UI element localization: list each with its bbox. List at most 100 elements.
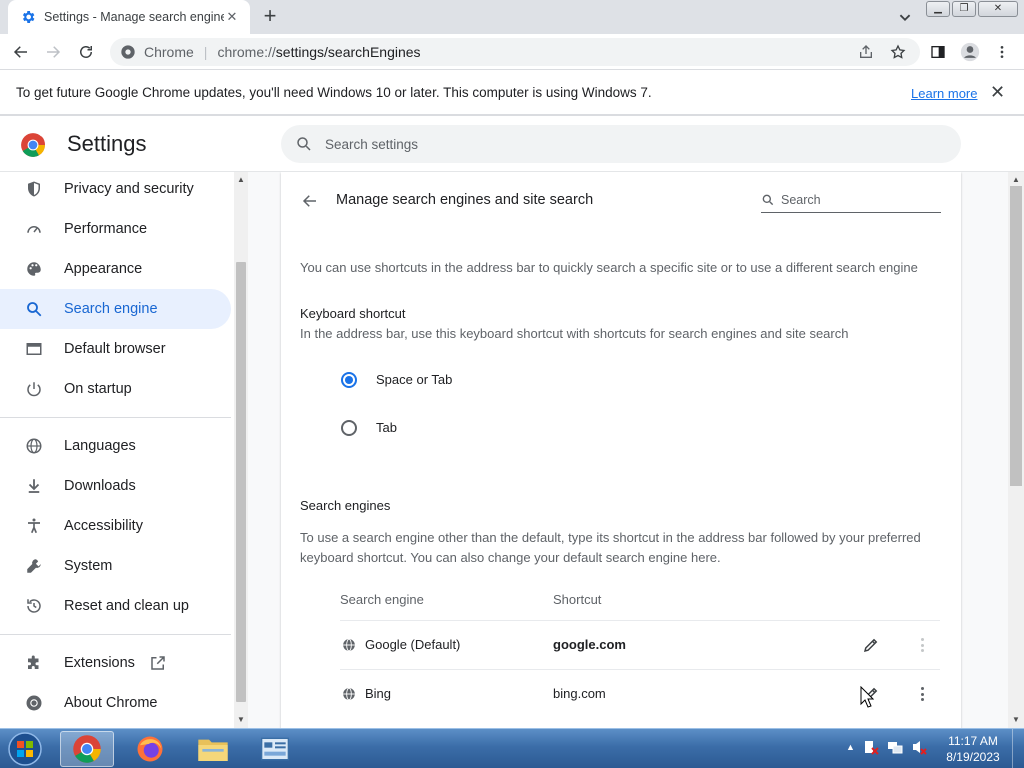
taskbar-firefox[interactable] <box>123 731 177 767</box>
chrome-logo-icon <box>21 133 45 157</box>
scroll-down-arrow-icon[interactable]: ▼ <box>234 714 248 726</box>
chevron-down-icon[interactable] <box>894 6 916 28</box>
sidebar-scrollbar-thumb[interactable] <box>236 262 246 702</box>
taskbar-chrome[interactable] <box>60 731 114 767</box>
keyboard-shortcut-description: In the address bar, use this keyboard sh… <box>300 326 849 341</box>
address-site-label: Chrome <box>144 44 194 60</box>
sidebar-item-label: Privacy and security <box>64 181 194 197</box>
menu-dots-icon[interactable] <box>992 42 1012 62</box>
sidebar-item-reset[interactable]: Reset and clean up <box>0 586 231 626</box>
show-hidden-icons-icon[interactable]: ▲ <box>846 742 855 752</box>
settings-content: Privacy and security Performance Appeara… <box>0 172 1024 728</box>
address-separator: | <box>203 44 208 60</box>
sidebar-item-privacy[interactable]: Privacy and security <box>0 172 231 209</box>
minimize-button[interactable]: ▁ <box>926 1 950 17</box>
windows-start-icon[interactable] <box>4 731 46 767</box>
sidebar-divider <box>0 634 231 635</box>
share-icon[interactable] <box>856 42 876 62</box>
browser-tab[interactable]: Settings - Manage search engine ✕ <box>8 0 250 34</box>
address-url: chrome://settings/searchEngines <box>217 44 421 60</box>
page-search-input[interactable]: Search <box>761 188 941 213</box>
forward-button[interactable] <box>41 40 65 64</box>
scroll-up-arrow-icon[interactable]: ▲ <box>1009 174 1023 186</box>
gear-icon <box>22 11 35 23</box>
infobar-message: To get future Google Chrome updates, you… <box>16 85 652 100</box>
tab-title: Settings - Manage search engine <box>44 10 224 24</box>
engine-name: Google (Default) <box>365 637 461 652</box>
restore-button[interactable]: ❐ <box>952 1 976 17</box>
sidebar-item-about-chrome[interactable]: About Chrome <box>0 683 231 723</box>
page-title: Manage search engines and site search <box>336 192 594 208</box>
windows-taskbar: ▲ 11:17 AM 8/19/2023 <box>0 728 1024 768</box>
taskbar-clock[interactable]: 11:17 AM 8/19/2023 <box>940 733 1006 765</box>
sidebar-item-label: Languages <box>64 438 136 454</box>
sidebar-item-performance[interactable]: Performance <box>0 209 231 249</box>
radio-space-or-tab[interactable] <box>341 372 357 388</box>
chrome-icon <box>121 45 135 59</box>
close-window-button[interactable]: ✕ <box>978 1 1018 17</box>
search-engines-heading: Search engines <box>300 498 391 513</box>
settings-sidebar: Privacy and security Performance Appeara… <box>0 172 234 728</box>
sidebar-item-label: Reset and clean up <box>64 598 189 614</box>
more-actions-icon[interactable] <box>916 636 928 654</box>
shield-icon <box>24 179 44 199</box>
network-icon[interactable] <box>887 739 903 755</box>
speedometer-icon <box>24 219 44 239</box>
back-arrow-icon[interactable] <box>301 192 319 210</box>
close-icon[interactable]: ✕ <box>990 82 1005 103</box>
side-panel-icon[interactable] <box>928 42 948 62</box>
close-tab-icon[interactable]: ✕ <box>224 9 240 25</box>
settings-search-input[interactable]: Search settings <box>281 125 961 163</box>
search-engines-description-2: keyboard shortcut. You can also change y… <box>300 550 721 565</box>
folder-icon <box>198 739 228 761</box>
sidebar-item-languages[interactable]: Languages <box>0 426 231 466</box>
sidebar-item-on-startup[interactable]: On startup <box>0 369 231 409</box>
sidebar-item-appearance[interactable]: Appearance <box>0 249 231 289</box>
new-tab-button[interactable]: + <box>258 5 282 29</box>
sidebar-item-downloads[interactable]: Downloads <box>0 466 231 506</box>
back-button[interactable] <box>9 40 33 64</box>
more-actions-icon[interactable] <box>916 685 928 703</box>
profile-avatar-icon[interactable] <box>960 42 980 62</box>
address-bar[interactable]: Chrome | chrome://settings/searchEngines <box>110 38 920 66</box>
open-external-icon <box>151 656 165 670</box>
sidebar-item-label: Extensions <box>64 655 135 671</box>
window-controls: ▁ ❐ ✕ <box>926 1 1018 17</box>
taskbar-file-explorer[interactable] <box>186 731 240 767</box>
search-icon <box>24 299 44 319</box>
update-infobar: To get future Google Chrome updates, you… <box>0 71 1024 116</box>
radio-tab[interactable] <box>341 420 357 436</box>
sidebar-item-default-browser[interactable]: Default browser <box>0 329 231 369</box>
scroll-down-arrow-icon[interactable]: ▼ <box>1009 714 1023 726</box>
sidebar-item-extensions[interactable]: Extensions <box>0 643 231 683</box>
accessibility-icon <box>24 516 44 536</box>
reload-button[interactable] <box>74 40 98 64</box>
reload-icon <box>80 46 92 58</box>
firefox-icon <box>137 736 163 762</box>
star-icon[interactable] <box>888 42 908 62</box>
taskbar-control-panel[interactable] <box>248 731 302 767</box>
search-icon <box>297 137 311 151</box>
sidebar-item-label: Accessibility <box>64 518 143 534</box>
browser-toolbar: Chrome | chrome://settings/searchEngines <box>0 34 1024 70</box>
wrench-icon <box>24 556 44 576</box>
sidebar-item-label: Appearance <box>64 261 143 277</box>
sidebar-item-accessibility[interactable]: Accessibility <box>0 506 231 546</box>
scroll-up-arrow-icon[interactable]: ▲ <box>234 174 248 186</box>
sidebar-item-label: Default browser <box>64 341 166 357</box>
sidebar-item-search-engine[interactable]: Search engine <box>0 289 231 329</box>
puzzle-icon <box>24 653 44 673</box>
page-search-placeholder: Search <box>781 193 821 207</box>
volume-muted-icon[interactable] <box>911 739 927 755</box>
arrow-left-icon <box>13 46 27 58</box>
sidebar-item-label: Search engine <box>64 301 158 317</box>
browser-icon <box>24 339 44 359</box>
sidebar-item-system[interactable]: System <box>0 546 231 586</box>
action-center-icon[interactable] <box>863 739 879 755</box>
show-desktop-button[interactable] <box>1012 729 1024 768</box>
page-scrollbar-thumb[interactable] <box>1010 186 1022 486</box>
settings-header: Settings Search settings <box>0 118 1024 172</box>
learn-more-link[interactable]: Learn more <box>911 86 977 101</box>
pencil-icon[interactable] <box>862 636 880 654</box>
radio-label-space-or-tab: Space or Tab <box>376 372 453 387</box>
